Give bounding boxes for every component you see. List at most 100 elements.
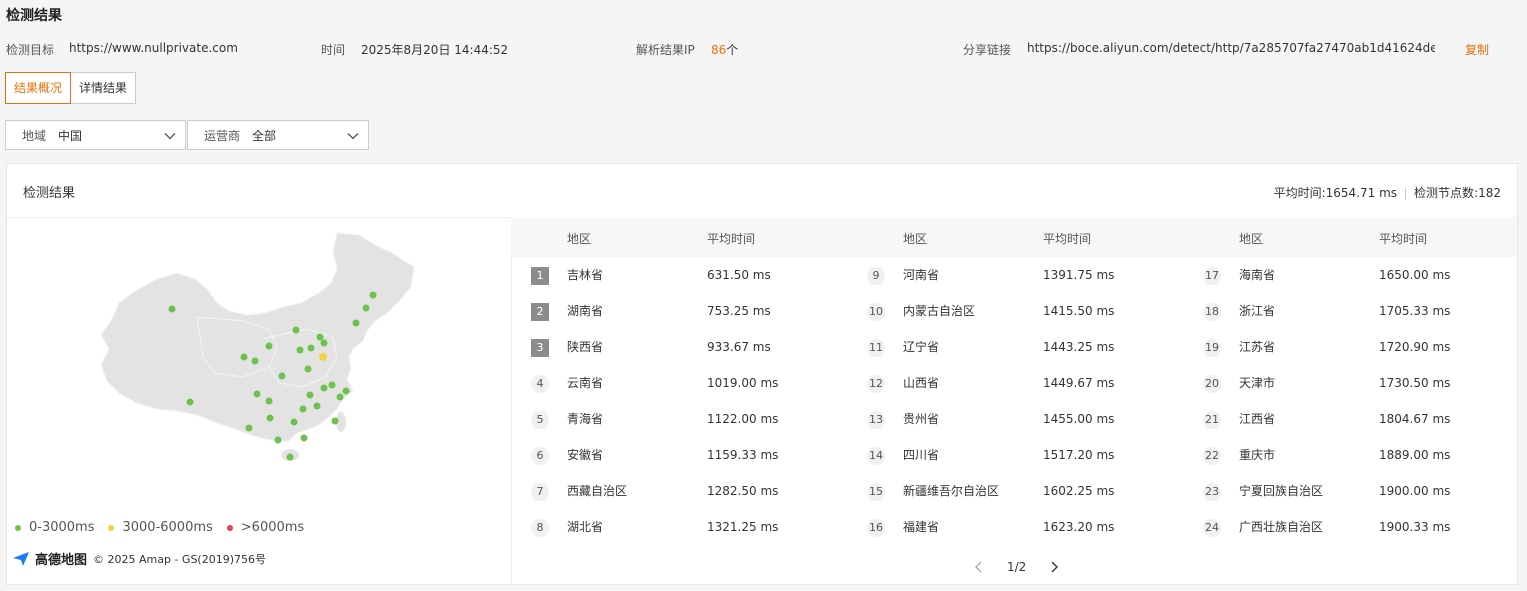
legend-item-slow: >6000ms [226,520,304,535]
prev-page-icon[interactable] [973,560,985,574]
row-region: 宁夏回族自治区 [1239,484,1324,498]
table-row: 11 辽宁省 1443.25 ms [847,329,1183,365]
row-avg-time: 753.25 ms [707,304,771,318]
row-region: 河南省 [903,268,940,282]
table-row: 1 吉林省 631.50 ms [511,257,847,293]
share-link[interactable]: https://boce.aliyun.com/detect/http/7a28… [1027,41,1435,55]
node-dot [245,424,253,432]
node-dot [307,344,315,352]
legend-item-medium: 3000-6000ms [108,520,213,535]
node-dot [362,304,370,312]
map-copyright: © 2025 Amap - GS(2019)756号 [93,552,267,566]
map-pane[interactable]: 0-3000ms 3000-6000ms >6000ms 高德地图 © 2025… [7,217,512,585]
amap-logo-icon [13,551,29,566]
row-avg-time: 1623.20 ms [1043,520,1115,534]
row-region: 安徽省 [567,448,604,462]
node-dot [316,333,324,341]
node-dot [290,418,298,426]
time-value: 2025年8月20日 14:44:52 [361,43,509,57]
table-row: 18 浙江省 1705.33 ms [1183,293,1519,329]
region-select-label: 地域 [22,128,47,143]
row-avg-time: 1730.50 ms [1379,376,1451,390]
row-avg-time: 631.50 ms [707,268,771,282]
table-row: 16 福建省 1623.20 ms [847,509,1183,545]
row-avg-time: 1517.20 ms [1043,448,1115,462]
map-credit: 高德地图 © 2025 Amap - GS(2019)756号 [13,549,266,568]
row-avg-time: 1804.67 ms [1379,412,1451,426]
ip-count-value: 86 [711,43,727,57]
table-row: 6 安徽省 1159.33 ms [511,437,847,473]
chevron-down-icon [347,133,359,140]
table-row: 22 重庆市 1889.00 ms [1183,437,1519,473]
row-region: 四川省 [903,448,940,462]
rank-badge: 4 [531,375,549,393]
result-table: 地区 平均时间 地区 平均时间 地区 平均时间 1 吉林省 631.50 ms 2 湖南… [511,217,1517,585]
legend-item-fast: 0-3000ms [15,520,94,535]
node-dot [278,372,286,380]
rank-badge: 16 [867,519,885,537]
node-dot [299,405,307,413]
row-avg-time: 1900.33 ms [1379,520,1451,534]
node-dot [336,393,344,401]
node-dot [265,342,273,350]
node-dot [319,353,327,361]
china-map[interactable] [7,217,511,517]
tab-details[interactable]: 详情结果 [71,72,137,104]
node-dot [168,305,176,313]
result-card: 检测结果 平均时间:1654.71 ms 检测节点数:182 0-3000ms … [6,163,1518,585]
row-region: 内蒙古自治区 [903,304,976,318]
row-region: 青海省 [567,412,604,426]
row-region: 湖南省 [567,304,604,318]
table-row: 8 湖北省 1321.25 ms [511,509,847,545]
node-dot [369,291,377,299]
rank-badge: 20 [1203,375,1221,393]
row-region: 云南省 [567,376,604,390]
node-dot [296,346,304,354]
rank-badge: 1 [531,267,549,285]
row-region: 江西省 [1239,412,1276,426]
copy-button[interactable]: 复制 [1465,41,1489,58]
legend-dot [108,524,115,531]
row-avg-time: 1443.25 ms [1043,340,1115,354]
table-row: 3 陕西省 933.67 ms [511,329,847,365]
rank-badge: 9 [867,267,885,285]
card-stats: 平均时间:1654.71 ms 检测节点数:182 [1274,184,1501,201]
row-region: 广西壮族自治区 [1239,520,1324,534]
rank-badge: 21 [1203,411,1221,429]
row-region: 海南省 [1239,268,1276,282]
region-select[interactable]: 地域 中国 [5,120,186,150]
table-row: 7 西藏自治区 1282.50 ms [511,473,847,509]
target-value: https://www.nullprivate.com [69,41,238,55]
ip-label: 解析结果IP [636,43,695,57]
pagination: 1/2 [973,560,1060,574]
row-region: 江苏省 [1239,340,1276,354]
table-row: 23 宁夏回族自治区 1900.00 ms [1183,473,1519,509]
node-dot [331,417,339,425]
node-dot [292,326,300,334]
table-row: 15 新疆维吾尔自治区 1602.25 ms [847,473,1183,509]
row-avg-time: 1455.00 ms [1043,412,1115,426]
node-dot [304,365,312,373]
share-label: 分享链接 [963,43,1012,57]
isp-select[interactable]: 运营商 全部 [187,120,369,150]
table-row: 14 四川省 1517.20 ms [847,437,1183,473]
table-row: 20 天津市 1730.50 ms [1183,365,1519,401]
target-label: 检测目标 [6,43,55,57]
row-region: 天津市 [1239,376,1276,390]
ip-count: 86个 [711,41,738,58]
tab-overview[interactable]: 结果概况 [5,72,72,104]
next-page-icon[interactable] [1048,560,1060,574]
node-dot [286,453,294,461]
row-avg-time: 1159.33 ms [707,448,779,462]
table-row: 13 贵州省 1455.00 ms [847,401,1183,437]
table-row: 24 广西壮族自治区 1900.33 ms [1183,509,1519,545]
row-region: 新疆维吾尔自治区 [903,484,1000,498]
legend-label: 0-3000ms [29,520,95,535]
rank-badge: 18 [1203,303,1221,321]
row-region: 西藏自治区 [567,484,628,498]
col-avg-time: 平均时间 [1379,232,1428,246]
result-tabs: 结果概况 详情结果 [5,72,137,104]
chevron-down-icon [164,133,176,140]
legend-dot [226,524,233,531]
amap-brand: 高德地图 [35,553,88,568]
